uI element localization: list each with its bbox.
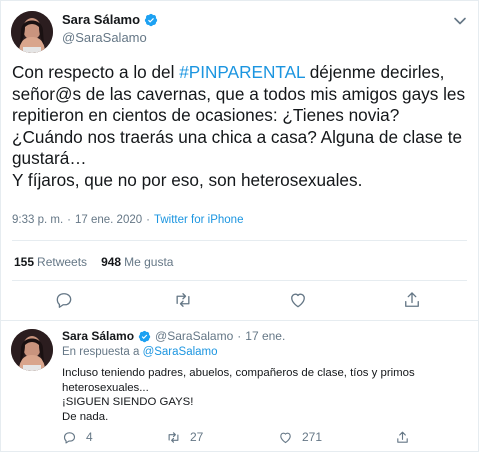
in-reply-handle-link[interactable]: @SaraSalamo (143, 346, 218, 358)
retweet-button[interactable] (173, 290, 193, 310)
retweet-count: 27 (190, 430, 204, 444)
retweets-count: 155 (14, 255, 35, 269)
in-reply-prefix: En respuesta a (62, 346, 140, 358)
reply-date[interactable]: 17 ene. (245, 329, 285, 343)
reply-text-line: heterosexuales... (62, 381, 149, 394)
handle[interactable]: @SaraSalamo (62, 30, 147, 45)
like-count: 271 (302, 430, 323, 444)
reply-button[interactable] (54, 290, 74, 310)
tweet-text: Con respecto a lo del #PINPARENTAL déjen… (12, 62, 470, 191)
reply-text-line: Incluso teniendo padres, abuelos, compañ… (62, 367, 415, 379)
reply-text-line: De nada. (62, 411, 109, 424)
reply-reply-button[interactable]: 4 (62, 429, 93, 445)
like-button[interactable] (288, 290, 308, 310)
reply-avatar[interactable] (11, 329, 53, 371)
retweet-icon (176, 293, 190, 307)
share-button[interactable] (402, 290, 422, 310)
retweet-icon (168, 431, 179, 443)
avatar-photo (11, 329, 53, 371)
display-name[interactable]: Sara Sálamo (62, 12, 140, 27)
reply-icon (63, 431, 76, 443)
heart-icon (280, 432, 291, 443)
chevron-down-icon[interactable] (453, 14, 467, 28)
reply-retweet-button[interactable]: 27 (166, 429, 203, 445)
tweet-time[interactable]: 9:33 p. m. (12, 214, 63, 226)
verified-badge-icon (138, 330, 151, 342)
reply-icon (56, 293, 72, 308)
author-name-row: Sara Sálamo (62, 12, 158, 27)
tweet-meta: 9:33 p. m. · 17 ene. 2020 · Twitter for … (12, 214, 243, 226)
avatar-photo (11, 11, 53, 53)
reply-header: Sara Sálamo @SaraSalamo · 17 ene. (62, 329, 285, 343)
tweet-date[interactable]: 17 ene. 2020 (75, 214, 142, 226)
likes-count: 948 (101, 255, 122, 269)
retweets-label: Retweets (37, 255, 88, 269)
meta-separator: · (67, 214, 71, 226)
reply-separator: · (237, 329, 242, 343)
verified-badge-icon (144, 13, 158, 26)
reply-display-name[interactable]: Sara Sálamo (62, 329, 134, 343)
share-icon (405, 292, 419, 307)
reply-count: 4 (86, 430, 93, 444)
main-tweet: Sara Sálamo @SaraSalamo Con respecto a l… (0, 0, 479, 320)
avatar[interactable] (11, 11, 53, 53)
meta-separator: · (146, 214, 150, 226)
reply-text: Incluso teniendo padres, abuelos, compañ… (62, 366, 462, 425)
tweet-stats: 155 Retweets 948 Me gusta (14, 255, 173, 269)
retweets-stat[interactable]: 155 Retweets (14, 255, 87, 269)
in-reply-to: En respuesta a @SaraSalamo (62, 346, 218, 358)
tweet-separator (0, 320, 479, 321)
hashtag-link[interactable]: #PINPARENTAL (179, 62, 305, 82)
likes-stat[interactable]: 948 Me gusta (101, 255, 173, 269)
divider (12, 240, 467, 241)
tweet-source[interactable]: Twitter for iPhone (154, 214, 243, 226)
reply-handle[interactable]: @SaraSalamo (155, 329, 233, 343)
reply-actions: 4 27 271 (0, 428, 479, 446)
share-icon (397, 431, 408, 443)
heart-icon (291, 293, 305, 308)
tweet-text-part-1: Con respecto a lo del (12, 62, 180, 82)
reply-share-button[interactable] (395, 429, 410, 445)
likes-label: Me gusta (124, 255, 174, 269)
reply-like-button[interactable]: 271 (278, 429, 322, 445)
reply-text-line: ¡SIGUEN SIENDO GAYS! (62, 396, 194, 409)
tweet-actions (0, 288, 479, 312)
divider (12, 280, 467, 281)
